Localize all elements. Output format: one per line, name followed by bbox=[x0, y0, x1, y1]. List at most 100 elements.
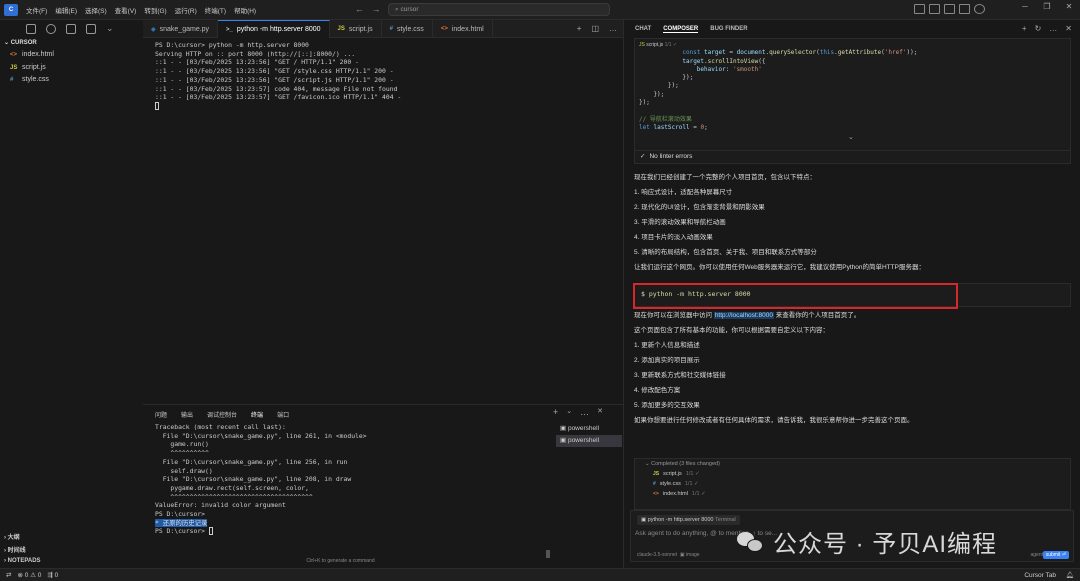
terminal-dropdown-icon[interactable]: ⌄ bbox=[566, 407, 572, 417]
more-actions-icon[interactable]: … bbox=[609, 24, 617, 33]
linter-status: ✓ No linter errors bbox=[634, 150, 1071, 164]
editor-tab[interactable]: <> index.html bbox=[433, 20, 493, 38]
message-outro: 如果你想要进行任何修改或者有任何具体的需求，请告诉我，我很乐意帮你进一步完善这个… bbox=[634, 417, 914, 424]
terminal-line: ::1 - - [03/Feb/2025 13:23:56] "GET / HT… bbox=[155, 58, 359, 67]
changed-file-note: 1/1 ✓ bbox=[684, 481, 699, 487]
tab-label: style.css bbox=[396, 25, 424, 33]
chevron-down-icon[interactable]: ⌄ bbox=[106, 24, 116, 34]
editor-tab[interactable]: # style.css bbox=[382, 20, 433, 38]
completed-files-card[interactable]: ⌄ Completed (3 files changed) JS script.j… bbox=[634, 458, 1071, 510]
notifications-icon[interactable]: 🔔︎ bbox=[1066, 571, 1074, 579]
menu-item-run[interactable]: 运行(R) bbox=[175, 5, 197, 15]
close-icon[interactable]: ✕ bbox=[1058, 2, 1080, 11]
panel-close-icon[interactable]: ✕ bbox=[597, 407, 603, 417]
terminal-line: game.run() bbox=[155, 440, 209, 449]
panel-tab-problems[interactable]: 问题 bbox=[155, 410, 167, 419]
chat-tabs: CHAT COMPOSER BUG FINDER bbox=[624, 20, 1080, 38]
ports-indicator[interactable]: ⇶ 0 bbox=[47, 571, 58, 579]
composer-close-icon[interactable]: ✕ bbox=[1065, 24, 1072, 33]
source-control-icon[interactable] bbox=[66, 24, 76, 34]
terminal-line: Serving HTTP on :: port 8000 (http://[::… bbox=[155, 49, 356, 58]
tab-file-icon: # bbox=[389, 26, 393, 32]
explorer-panel: ⌄ CURSOR <> index.html JS script.js # style.c… bbox=[0, 38, 143, 568]
context-chip[interactable]: ▣ python -m http.server 8000 Terminal bbox=[637, 515, 740, 525]
tab-label: snake_game.py bbox=[159, 25, 210, 33]
image-icon[interactable]: ▣ bbox=[680, 552, 685, 558]
composer-more-icon[interactable]: … bbox=[1049, 24, 1057, 33]
menu-item-go[interactable]: 转到(G) bbox=[144, 5, 166, 15]
model-selector[interactable]: claude-3.5-sonnet ▣ image bbox=[637, 552, 700, 558]
feature-item: 3. 平滑的滚动效果和导航栏动画 bbox=[634, 219, 726, 226]
command-search-box[interactable]: ⌕ cursor bbox=[388, 3, 610, 16]
remote-indicator[interactable]: ⇄ bbox=[6, 571, 11, 579]
explorer-icon[interactable] bbox=[26, 24, 36, 34]
panel-tab-debug-console[interactable]: 调试控制台 bbox=[207, 410, 237, 419]
add-terminal-icon[interactable]: + bbox=[553, 407, 558, 417]
changed-file[interactable]: <> index.html 1/1 ✓ bbox=[635, 489, 1070, 499]
new-terminal-icon[interactable]: + bbox=[577, 24, 582, 33]
nav-arrows[interactable]: ← → bbox=[355, 4, 381, 14]
submit-button[interactable]: submit ⏎ bbox=[1042, 551, 1069, 559]
panel-terminal[interactable]: Traceback (most recent call last): File … bbox=[155, 423, 550, 563]
menu-item-view[interactable]: 查看(V) bbox=[115, 5, 137, 15]
completed-header[interactable]: ⌄ Completed (3 files changed) bbox=[635, 459, 1070, 469]
changed-file[interactable]: # style.css 1/1 ✓ bbox=[635, 479, 1070, 489]
new-composer-icon[interactable]: + bbox=[1022, 24, 1027, 33]
watermark: 公众号 · 予贝AI编程 bbox=[737, 524, 997, 559]
localhost-link[interactable]: http://localhost:8000 bbox=[713, 312, 774, 319]
notepads-section[interactable]: › NOTEPADS bbox=[0, 558, 143, 564]
image-label: image bbox=[685, 552, 700, 558]
explorer-file[interactable]: # style.css bbox=[0, 74, 143, 87]
command-block[interactable]: $ python -m http.server 8000 bbox=[633, 283, 1071, 309]
terminal-instance-label: powershell bbox=[567, 425, 600, 432]
restore-icon[interactable]: ❐ bbox=[1036, 2, 1058, 11]
panel-tab-terminal[interactable]: 终端 bbox=[251, 410, 263, 419]
toggle-sidebar-icon[interactable] bbox=[914, 4, 925, 14]
file-name: script.js bbox=[22, 63, 46, 71]
history-icon[interactable]: ↻ bbox=[1035, 24, 1042, 33]
extensions-icon[interactable] bbox=[86, 24, 96, 34]
terminal-editor[interactable]: PS D:\cursor> python -m http.server 8000… bbox=[143, 38, 623, 404]
composer-panel: CHAT COMPOSER BUG FINDER + ↻ … ✕ JS scri… bbox=[623, 20, 1080, 568]
explorer-file[interactable]: <> index.html bbox=[0, 49, 143, 62]
editor-tab[interactable]: JS script.js bbox=[330, 20, 382, 38]
search-view-icon[interactable] bbox=[46, 24, 56, 34]
explorer-file[interactable]: JS script.js bbox=[0, 62, 143, 75]
file-name: index.html bbox=[22, 51, 54, 58]
code-file-note: 1/1 ✓ bbox=[664, 42, 678, 48]
timeline-section[interactable]: › 时间线 bbox=[0, 545, 143, 554]
toggle-panel-icon[interactable] bbox=[929, 4, 940, 14]
customize-layout-icon[interactable] bbox=[959, 4, 970, 14]
changed-file[interactable]: JS script.js 1/1 ✓ bbox=[635, 469, 1070, 479]
more-icon[interactable]: … bbox=[580, 407, 589, 417]
minimize-icon[interactable]: ─ bbox=[1014, 2, 1036, 11]
menu-item-help[interactable]: 帮助(H) bbox=[234, 5, 256, 15]
terminal-instance-selected[interactable]: ▣ powershell bbox=[556, 435, 622, 447]
menu-item-terminal[interactable]: 终端(T) bbox=[205, 5, 226, 15]
explorer-folder-header[interactable]: ⌄ CURSOR bbox=[0, 38, 143, 49]
outline-section[interactable]: › 大纲 bbox=[0, 532, 143, 541]
js-file-icon: JS bbox=[639, 42, 645, 48]
editor-tab[interactable]: >_ python -m http.server 8000 bbox=[218, 20, 330, 38]
agent-toggle[interactable]: agent bbox=[1030, 552, 1043, 558]
toggle-secondary-sidebar-icon[interactable] bbox=[944, 4, 955, 14]
tab-composer[interactable]: COMPOSER bbox=[663, 26, 699, 33]
menu-item-selection[interactable]: 选择(S) bbox=[85, 5, 107, 15]
settings-gear-icon[interactable] bbox=[974, 4, 985, 14]
panel-tab-output[interactable]: 输出 bbox=[181, 410, 193, 419]
split-editor-icon[interactable]: ◫ bbox=[591, 24, 599, 33]
menu-item-file[interactable]: 文件(F) bbox=[26, 5, 47, 15]
tab-file-icon: >_ bbox=[226, 26, 233, 33]
folder-name: CURSOR bbox=[10, 40, 37, 46]
panel-tab-ports[interactable]: 端口 bbox=[277, 410, 289, 419]
tab-chat[interactable]: CHAT bbox=[635, 26, 651, 32]
terminal-scrollbar[interactable] bbox=[546, 550, 550, 558]
menu-item-edit[interactable]: 编辑(E) bbox=[55, 5, 77, 15]
tab-bug-finder[interactable]: BUG FINDER bbox=[710, 26, 747, 32]
problems-counter[interactable]: ⊗ 0 ⚠ 0 bbox=[17, 571, 41, 579]
terminal-instance[interactable]: ▣ powershell bbox=[556, 423, 622, 435]
cursor-tab-status[interactable]: Cursor Tab bbox=[1024, 572, 1056, 579]
editor-tab[interactable]: ◆ snake_game.py bbox=[143, 20, 219, 38]
timeline-label: 时间线 bbox=[7, 548, 26, 554]
expand-code-icon[interactable]: ⌄ bbox=[848, 133, 854, 141]
